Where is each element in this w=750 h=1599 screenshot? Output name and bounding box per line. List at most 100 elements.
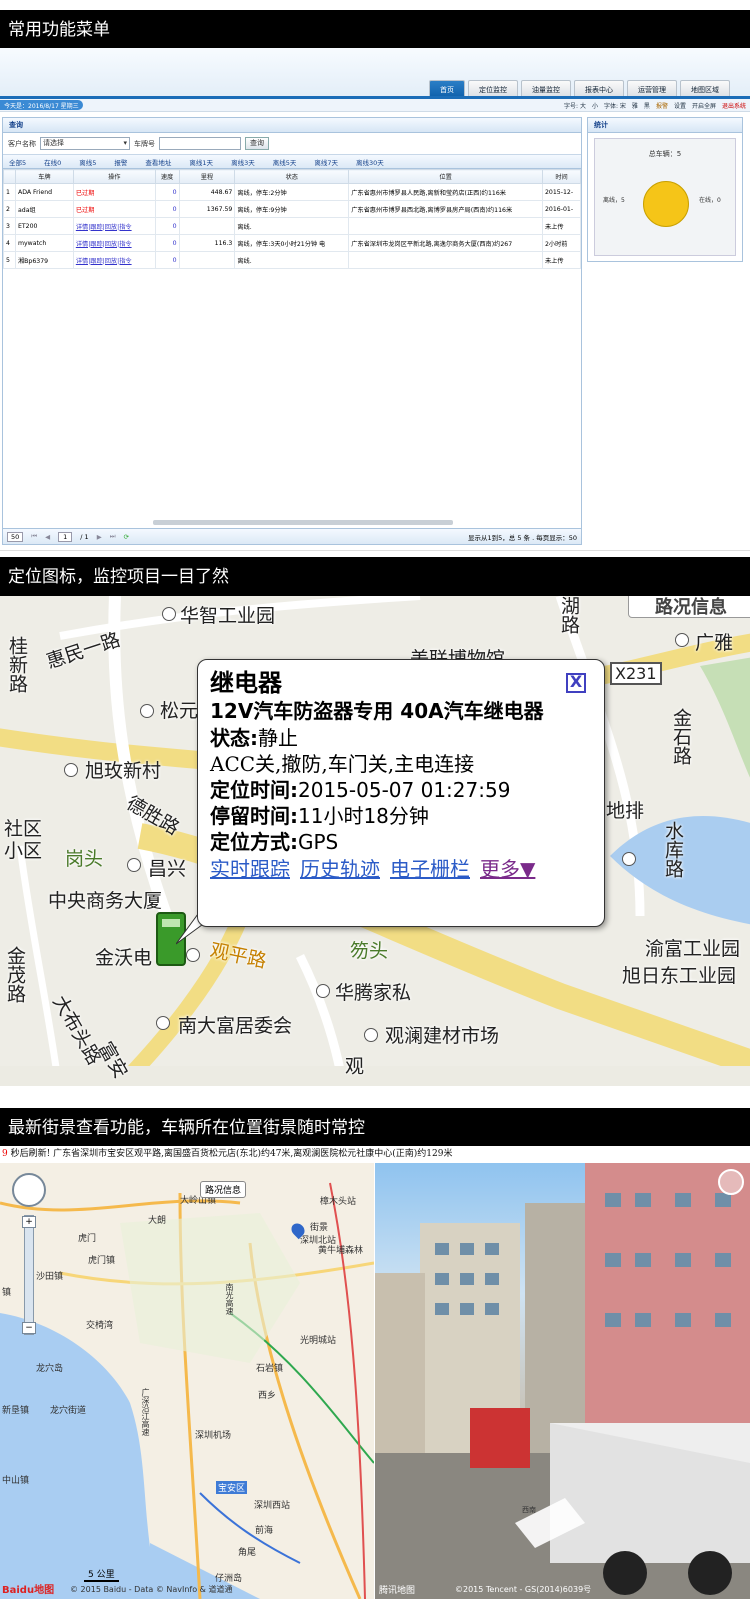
map-label: 湖路 (558, 596, 580, 634)
map-label: 金茂路 (4, 946, 26, 1003)
popup-stay: 停留时间:11小时18分钟 (210, 803, 592, 829)
popup-time: 定位时间:2015-05-07 01:27:59 (210, 777, 592, 803)
zoom-out-icon[interactable]: − (22, 1322, 36, 1334)
col-location[interactable]: 位置 (348, 169, 543, 184)
filter-offline-5d[interactable]: 离线5天 (273, 157, 297, 167)
map-label: 新垦镇 (2, 1406, 30, 1416)
row-plate: ET200 (14, 217, 74, 235)
top-toolbar: 今天是：2016/8/17 星期三 字号: 大 小 字体: 宋 雅 黑 报警 设… (0, 99, 750, 112)
street-view-panorama[interactable]: 西南 腾讯地图 ©2015 Tencent - GS(2014)6039号 (375, 1163, 750, 1599)
next-page-icon[interactable]: ▶ (97, 533, 102, 541)
page-total: / 1 (80, 532, 89, 541)
stats-panel: 统计 总车辆：5 离线，5 在线，0 (587, 117, 743, 262)
row-index: 5 (3, 251, 16, 269)
more-link[interactable]: 更多▼ (480, 855, 535, 883)
filter-offline-7d[interactable]: 离线7天 (314, 157, 338, 167)
baidu-map[interactable]: 大岭山镇 大朗 虎门 虎门镇 沙田镇 镇 交椅湾 龙穴岛 新垦镇 龙穴街道 中山… (0, 1163, 374, 1599)
map-label: 昌兴 (148, 858, 187, 880)
pager: 50 ⏮ ◀ 1 / 1 ▶ ⏭ ⟳ 显示从1到5，总 5 条 . 每页显示：5… (3, 528, 581, 544)
alarm-button[interactable]: 报警 (656, 101, 668, 110)
map-view[interactable]: 华智工业园 惠民一路 桂新路 松元 旭玫新村 德胜路 社区 小区 岗头 昌兴 中… (0, 596, 750, 1086)
compass-icon[interactable] (718, 1169, 744, 1195)
logout-button[interactable]: 退出系统 (722, 101, 746, 110)
horizontal-scrollbar[interactable] (153, 520, 453, 525)
poi-icon (156, 1016, 170, 1030)
poi-icon (64, 763, 78, 777)
table-row[interactable]: 1 ADA Friend 已过期 0 448.67 离线，停车:2分钟 广东省惠… (3, 183, 581, 201)
row-operation-links[interactable]: 详情|跟踪|回放|指令 (72, 234, 156, 252)
customer-label: 客户名称 (8, 139, 36, 148)
page-number-input[interactable]: 1 (58, 531, 73, 542)
font-ya[interactable]: 雅 (632, 101, 638, 110)
filter-offline-1d[interactable]: 离线1天 (189, 157, 213, 167)
zoom-in-icon[interactable]: + (22, 1216, 36, 1228)
first-page-icon[interactable]: ⏮ (31, 532, 37, 541)
street-view-label[interactable]: 街景 (310, 1220, 328, 1233)
filter-address[interactable]: 查看地址 (145, 157, 171, 167)
col-operation[interactable]: 操作 (72, 169, 156, 184)
col-mileage[interactable]: 里程 (178, 169, 236, 184)
history-track-link[interactable]: 历史轨迹 (300, 855, 380, 883)
zoom-slider[interactable]: + − (22, 1215, 36, 1335)
section-title-1: 常用功能菜单 (0, 10, 750, 50)
last-page-icon[interactable]: ⏭ (110, 532, 116, 541)
row-status: 离线，停车:3天0小时21分钟 电 (234, 234, 350, 252)
popup-subtitle: 12V汽车防盗器专用 40A汽车继电器 (210, 699, 544, 723)
row-time: 未上传 (542, 217, 581, 235)
page-size-select[interactable]: 50 (7, 531, 24, 542)
query-button[interactable]: 查询 (245, 137, 269, 150)
plate-input[interactable] (159, 137, 241, 150)
geofence-link[interactable]: 电子栅栏 (390, 855, 470, 883)
realtime-track-link[interactable]: 实时跟踪 (210, 855, 290, 883)
close-icon[interactable]: X (566, 673, 586, 693)
stats-title: 统计 (588, 118, 742, 133)
table-row[interactable]: 2 ada组 已过期 0 1367.59 离线，停车:9分钟 广东省惠州市博罗县… (3, 200, 581, 218)
font-hei[interactable]: 黑 (644, 101, 650, 110)
refresh-bar: 9 秒后刷新! 广东省深圳市宝安区观平路,离国盛百货松元店(东北)约47米,离观… (0, 1146, 750, 1163)
table-row[interactable]: 3 ET200 详情|跟踪|回放|指令 0 离线. 未上传 (3, 217, 581, 235)
filter-offline-3d[interactable]: 离线3天 (231, 157, 255, 167)
road-info-button[interactable]: 路况信息 (200, 1181, 247, 1198)
row-operation-links[interactable]: 详情|跟踪|回放|指令 (72, 217, 156, 235)
map-label: 虎门镇 (88, 1256, 116, 1266)
filter-all[interactable]: 全部5 (9, 157, 26, 167)
row-time: 未上传 (542, 251, 581, 269)
popup-acc: ACC关,撤防,车门关,主电连接 (210, 752, 475, 776)
col-status[interactable]: 状态 (234, 169, 350, 184)
font-size-small[interactable]: 小 (592, 101, 598, 110)
font-song[interactable]: 字体: 宋 (604, 101, 626, 110)
traffic-info-button[interactable]: 路况信息 (628, 596, 750, 618)
filter-bar: 全部5 在线0 离线5 报警 查看地址 离线1天 离线3天 离线5天 离线7天 … (3, 155, 581, 169)
table-header: 车牌 操作 速度 里程 状态 位置 时间 (3, 169, 581, 184)
col-plate[interactable]: 车牌 (14, 169, 74, 184)
section-title-3: 最新街景查看功能，车辆所在位置街景随时常控 (0, 1108, 750, 1148)
row-status: 离线. (234, 251, 350, 269)
filter-online[interactable]: 在线0 (44, 157, 61, 167)
table-row[interactable]: 4 mywatch 详情|跟踪|回放|指令 0 116.3 离线，停车:3天0小… (3, 234, 581, 252)
row-speed: 0 (154, 251, 180, 269)
refresh-icon[interactable]: ⟳ (124, 533, 129, 541)
poi-icon (364, 1028, 378, 1042)
stats-offline-label: 离线，5 (603, 197, 625, 204)
row-time: 2小时前 (542, 234, 581, 252)
row-status: 离线. (234, 217, 350, 235)
font-size-large[interactable]: 字号: 大 (564, 101, 586, 110)
filter-alarm[interactable]: 报警 (114, 157, 127, 167)
map-label: 金沃电 (95, 947, 153, 969)
row-location (348, 251, 543, 269)
col-time[interactable]: 时间 (542, 169, 581, 184)
prev-page-icon[interactable]: ◀ (45, 533, 50, 541)
map-label: 交椅湾 (86, 1321, 114, 1331)
filter-offline-30d[interactable]: 离线30天 (356, 157, 384, 167)
pan-control-icon[interactable] (12, 1173, 46, 1207)
map-scale: 5 公里 (84, 1567, 119, 1582)
settings-button[interactable]: 设置 (674, 101, 686, 110)
col-speed[interactable]: 速度 (154, 169, 180, 184)
row-operation-links[interactable]: 详情|跟踪|回放|指令 (72, 251, 156, 269)
col-index (3, 169, 16, 184)
customer-select[interactable]: 请选择 (40, 137, 130, 150)
table-row[interactable]: 5 湘Bp6379 详情|跟踪|回放|指令 0 离线. 未上传 (3, 251, 581, 269)
fullscreen-button[interactable]: 开启全屏 (692, 101, 716, 110)
row-status: 离线，停车:2分钟 (234, 183, 350, 201)
filter-offline[interactable]: 离线5 (79, 157, 96, 167)
